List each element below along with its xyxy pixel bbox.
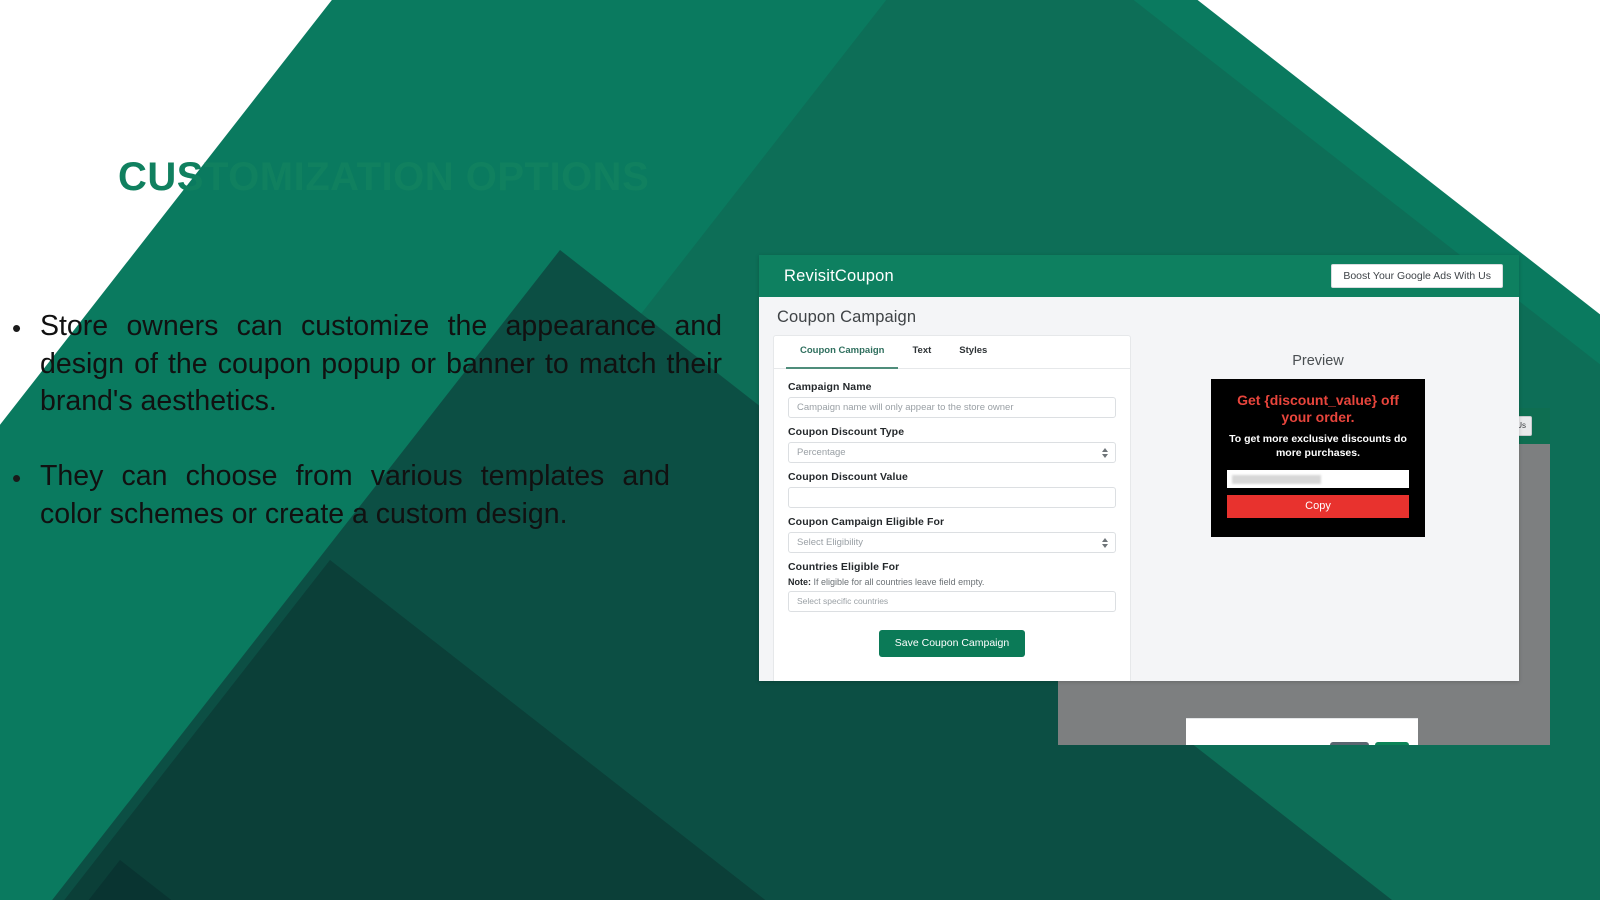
brand-logo-text: RevisitCoupon — [784, 266, 894, 285]
background-band-5 — [0, 860, 1381, 900]
save-coupon-campaign-button[interactable]: Save Coupon Campaign — [878, 630, 1026, 657]
bullet-item: • Store owners can customize the appeara… — [12, 308, 742, 421]
field-campaign-name: Campaign Name Campaign name will only ap… — [788, 381, 1116, 418]
bullet-marker-icon: • — [12, 463, 22, 493]
eligible-for-selected-value: Select Eligibility — [797, 537, 863, 548]
coupon-code-field[interactable] — [1227, 470, 1409, 488]
bullet-marker-icon: • — [12, 313, 22, 343]
app-header: RevisitCoupon Boost Your Google Ads With… — [759, 255, 1519, 297]
coupon-subtext: To get more exclusive discounts do more … — [1229, 433, 1407, 459]
discount-type-label: Coupon Discount Type — [788, 426, 905, 438]
coupon-popup-preview: Get {discount_value} off your order. To … — [1211, 379, 1425, 538]
field-discount-value: Coupon Discount Value — [788, 471, 1116, 508]
save-row: Save Coupon Campaign — [774, 620, 1130, 673]
background-modal-actions: Close Sent — [1330, 742, 1409, 745]
discount-value-label: Coupon Discount Value — [788, 471, 908, 483]
background-modal-close-button[interactable]: Close — [1330, 742, 1369, 745]
page-title: CUSTOMIZATION OPTIONS — [118, 155, 650, 199]
tab-text[interactable]: Text — [898, 336, 945, 369]
tab-bar: Coupon Campaign Text Styles — [774, 336, 1130, 369]
campaign-name-input[interactable]: Campaign name will only appear to the st… — [788, 397, 1116, 418]
slide-canvas: CUSTOMIZATION OPTIONS • Store owners can… — [0, 0, 1600, 900]
discount-type-select[interactable]: Percentage — [788, 442, 1116, 463]
preview-panel: Preview Get {discount_value} off your or… — [1131, 335, 1505, 538]
tab-coupon-campaign[interactable]: Coupon Campaign — [786, 336, 899, 369]
campaign-name-label: Campaign Name — [788, 381, 872, 393]
field-eligible-for: Coupon Campaign Eligible For Select Elig… — [788, 516, 1116, 553]
preview-title: Preview — [1292, 353, 1344, 369]
bullet-item: • They can choose from various templates… — [12, 458, 692, 533]
eligible-for-select[interactable]: Select Eligibility — [788, 532, 1116, 553]
bullet-text: Store owners can customize the appearanc… — [40, 310, 722, 417]
app-body: Coupon Campaign Text Styles Campaign Nam… — [759, 335, 1519, 681]
field-countries: Countries Eligible For Note: If eligible… — [788, 561, 1116, 612]
chevron-updown-icon — [1102, 447, 1108, 458]
coupon-headline: Get {discount_value} off your order. — [1237, 392, 1399, 425]
boost-google-ads-button[interactable]: Boost Your Google Ads With Us — [1331, 263, 1503, 289]
background-modal-sent-button[interactable]: Sent — [1374, 742, 1409, 745]
coupon-campaign-form-card: Coupon Campaign Text Styles Campaign Nam… — [773, 335, 1131, 681]
chevron-updown-icon — [1102, 537, 1108, 548]
countries-note-text: If eligible for all countries leave fiel… — [811, 577, 985, 587]
discount-type-selected-value: Percentage — [797, 447, 846, 458]
app-window: RevisitCoupon Boost Your Google Ads With… — [759, 255, 1519, 681]
tab-styles[interactable]: Styles — [945, 336, 1001, 369]
bullet-text: They can choose from various templates a… — [40, 460, 670, 530]
field-discount-type: Coupon Discount Type Percentage — [788, 426, 1116, 463]
background-modal-dialog: Close Sent — [1186, 718, 1418, 745]
countries-note-prefix: Note: — [788, 577, 811, 587]
form-fields: Campaign Name Campaign name will only ap… — [774, 369, 1130, 612]
countries-note: Note: If eligible for all countries leav… — [788, 577, 1116, 587]
page-heading: Coupon Campaign — [777, 308, 917, 326]
discount-value-input[interactable] — [788, 487, 1116, 508]
copy-coupon-button[interactable]: Copy — [1227, 495, 1409, 519]
countries-input[interactable]: Select specific countries — [788, 591, 1116, 612]
countries-label: Countries Eligible For — [788, 561, 900, 573]
coupon-code-blurred-value — [1232, 474, 1322, 484]
eligible-for-label: Coupon Campaign Eligible For — [788, 516, 945, 528]
